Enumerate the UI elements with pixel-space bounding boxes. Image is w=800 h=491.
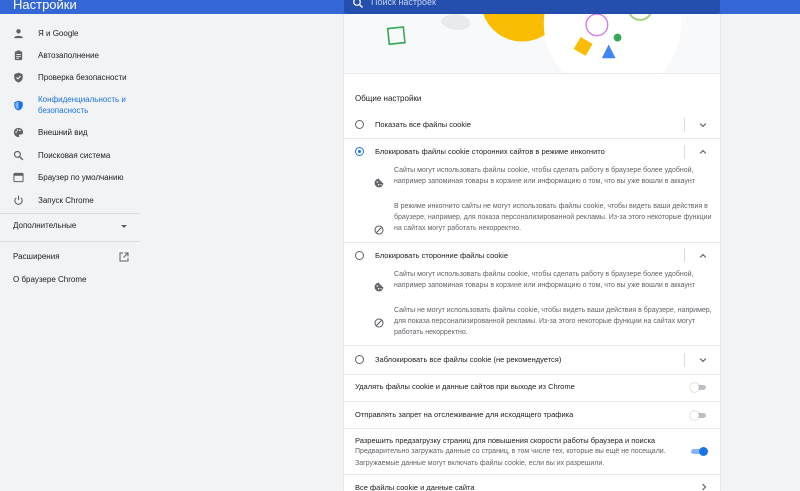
toggle-label: Удалять файлы cookie и данные сайтов при… — [355, 382, 575, 391]
cookie-illustration — [344, 14, 720, 74]
radio-button-checked[interactable] — [355, 147, 364, 156]
option-label: Блокировать сторонние файлы cookie — [375, 251, 509, 260]
search-input[interactable] — [371, 0, 691, 7]
settings-card: Общие настройки Показать все файлы cooki… — [344, 14, 720, 491]
toggle-row-preload-pages: Разрешить предзагрузку страниц для повыш… — [344, 429, 720, 474]
sidebar-divider — [0, 241, 140, 242]
sidebar-item-label: Проверка безопасности — [38, 73, 127, 82]
cookie-option-block-incognito[interactable]: Блокировать файлы cookie сторонних сайто… — [344, 139, 720, 165]
vertical-divider — [684, 118, 685, 132]
sidebar-divider — [0, 213, 140, 214]
toggle-label: Отправлять запрет на отслеживание для ис… — [355, 410, 574, 419]
sidebar-about-chrome[interactable]: О браузере Chrome — [13, 275, 86, 284]
sidebar-item-privacy-security[interactable]: Конфиденциальность и безопасность — [0, 93, 140, 119]
sidebar-item-label: Поисковая система — [38, 151, 111, 160]
toggle-description: Предварительно загружать данные со стран… — [355, 448, 666, 467]
chevron-up-icon[interactable] — [699, 252, 707, 260]
toggle-row-clear-on-exit: Удалять файлы cookie и данные сайтов при… — [344, 375, 720, 401]
all-cookies-link-row[interactable]: Все файлы cookie и данные сайта — [344, 475, 720, 491]
radio-button[interactable] — [355, 355, 364, 364]
option-description: Сайты не могут использовать файлы cookie… — [394, 307, 712, 337]
radio-button[interactable] — [355, 120, 364, 129]
toggle-label: Разрешить предзагрузку страниц для повыш… — [355, 436, 656, 445]
block-icon — [374, 318, 384, 328]
sidebar-item-label: Я и Google — [38, 29, 79, 38]
chevron-up-icon[interactable] — [699, 148, 707, 156]
option-label: Блокировать файлы cookie сторонних сайто… — [375, 147, 605, 156]
browser-icon — [13, 172, 24, 183]
option-description: Сайты могут использовать файлы cookie, ч… — [394, 167, 695, 186]
sidebar-item-label: Запуск Chrome — [38, 196, 94, 205]
search-icon — [13, 150, 24, 161]
option-description: Сайты могут использовать файлы cookie, ч… — [394, 271, 695, 290]
clipboard-icon — [14, 50, 23, 61]
section-title: Общие настройки — [355, 94, 422, 103]
option-description: В режиме инкогнито сайты не могут исполь… — [394, 203, 712, 233]
cookie-icon — [374, 282, 384, 292]
sidebar-item-label: Автозаполнение — [38, 51, 99, 60]
sidebar-advanced[interactable]: Дополнительные — [13, 221, 76, 230]
sidebar-item-label: Браузер по умолчанию — [38, 173, 124, 182]
cookie-option-block-third-party[interactable]: Блокировать сторонние файлы cookie — [344, 243, 720, 268]
palette-icon — [13, 127, 24, 138]
vertical-divider — [684, 248, 685, 262]
search-box[interactable] — [344, 0, 720, 14]
open-in-new-icon[interactable] — [119, 252, 129, 262]
sidebar-item-label: Внешний вид — [38, 128, 88, 137]
vertical-divider — [684, 353, 685, 367]
clear-cookies-on-exit-toggle[interactable] — [690, 383, 708, 392]
sidebar-item-label: безопасность — [38, 106, 89, 115]
chevron-down-icon[interactable] — [699, 356, 707, 364]
page-title: Настройки — [13, 0, 77, 12]
person-icon — [14, 29, 23, 39]
chevron-right-icon[interactable] — [701, 483, 707, 491]
chevron-down-icon[interactable] — [699, 121, 707, 129]
toggle-row-do-not-track: Отправлять запрет на отслеживание для ис… — [344, 402, 720, 428]
cookie-icon — [374, 178, 384, 188]
shield-icon — [14, 100, 23, 111]
vertical-divider — [684, 145, 685, 159]
sidebar: Я и Google Автозаполнение Проверка безоп… — [0, 14, 140, 491]
shield-check-icon — [14, 72, 23, 83]
block-icon — [374, 225, 384, 235]
preload-pages-toggle[interactable] — [690, 447, 708, 456]
option-label: Показать все файлы cookie — [375, 120, 471, 129]
cookie-option-block-all[interactable]: Заблокировать все файлы cookie (не реком… — [344, 346, 720, 374]
sidebar-extensions[interactable]: Расширения — [13, 252, 60, 261]
cookie-option-show-all[interactable]: Показать все файлы cookie — [344, 112, 720, 138]
radio-button[interactable] — [355, 251, 364, 260]
top-bar: Настройки — [0, 0, 800, 14]
search-icon — [353, 0, 363, 8]
chevron-down-icon[interactable] — [121, 225, 127, 228]
do-not-track-toggle[interactable] — [690, 411, 708, 420]
power-icon — [14, 195, 23, 205]
all-cookies-link[interactable]: Все файлы cookie и данные сайта — [355, 483, 475, 491]
option-label: Заблокировать все файлы cookie (не реком… — [375, 355, 562, 364]
